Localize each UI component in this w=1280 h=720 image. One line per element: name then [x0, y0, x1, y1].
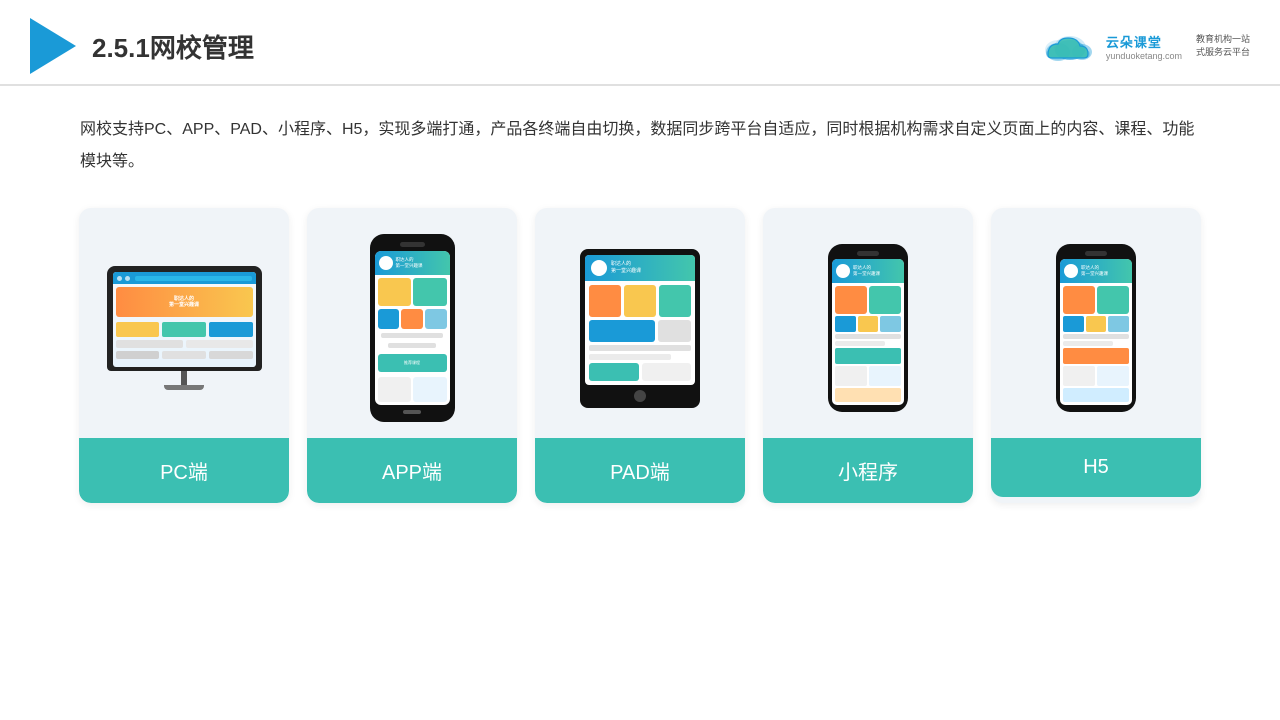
brand-text-group: 云朵课堂 yunduoketang.com: [1106, 32, 1182, 61]
description-content: 网校支持PC、APP、PAD、小程序、H5，实现多端打通，产品各终端自由切换，数…: [80, 121, 1194, 170]
card-app: 职达人的第一堂兴趣课: [307, 208, 517, 503]
card-h5: 职达人的第一堂兴趣课: [991, 208, 1201, 503]
brand-area: 云朵课堂 yunduoketang.com 教育机构一站式服务云平台: [1038, 30, 1250, 62]
card-h5-label: H5: [991, 438, 1201, 497]
card-pad-label: PAD端: [535, 438, 745, 503]
pad-device-icon: 职达人的第一堂兴趣课: [580, 249, 700, 408]
brand-name: 云朵课堂: [1106, 32, 1182, 51]
card-pc: 职达人的第一堂兴趣课: [79, 208, 289, 503]
description-text: 网校支持PC、APP、PAD、小程序、H5，实现多端打通，产品各终端自由切换，数…: [0, 86, 1280, 188]
cards-container: 职达人的第一堂兴趣课: [0, 188, 1280, 523]
header: 2.5.1网校管理 云朵课堂 yunduoketang.com 教育机构一站式服…: [0, 0, 1280, 86]
card-miniapp-image: 职达人的第一堂兴趣课: [763, 208, 973, 438]
card-miniapp-label: 小程序: [763, 438, 973, 503]
brand-cloud-icon: [1038, 30, 1098, 62]
miniapp-device-icon: 职达人的第一堂兴趣课: [828, 244, 908, 412]
card-pc-label: PC端: [79, 438, 289, 503]
card-pad: 职达人的第一堂兴趣课: [535, 208, 745, 503]
app-device-icon: 职达人的第一堂兴趣课: [370, 234, 455, 422]
header-left: 2.5.1网校管理: [30, 18, 254, 74]
brand-slogan: 教育机构一站式服务云平台: [1196, 33, 1250, 58]
logo-triangle-icon: [30, 18, 76, 74]
card-app-image: 职达人的第一堂兴趣课: [307, 208, 517, 438]
pc-device-icon: 职达人的第一堂兴趣课: [107, 266, 262, 390]
card-app-label: APP端: [307, 438, 517, 503]
card-miniapp: 职达人的第一堂兴趣课: [763, 208, 973, 503]
h5-device-icon: 职达人的第一堂兴趣课: [1056, 244, 1136, 412]
card-h5-image: 职达人的第一堂兴趣课: [991, 208, 1201, 438]
card-pc-image: 职达人的第一堂兴趣课: [79, 208, 289, 438]
brand-url: yunduoketang.com: [1106, 51, 1182, 61]
card-pad-image: 职达人的第一堂兴趣课: [535, 208, 745, 438]
page-title: 2.5.1网校管理: [92, 28, 254, 65]
